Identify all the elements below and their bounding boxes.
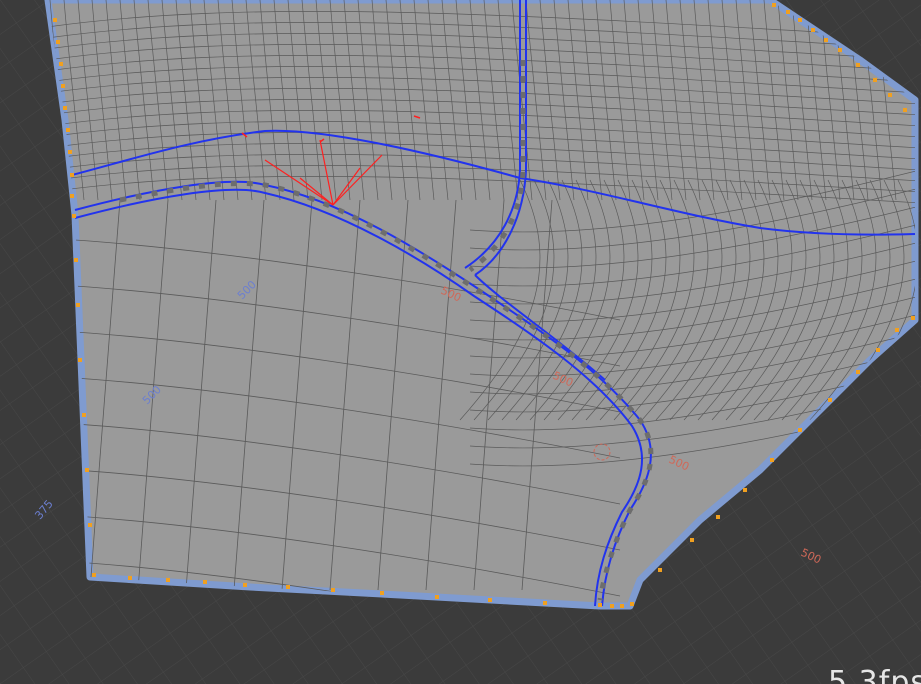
mesh-vertex[interactable]	[203, 580, 207, 584]
mesh-vertex[interactable]	[658, 568, 662, 572]
mesh-vertex[interactable]	[610, 604, 614, 608]
mesh-vertex[interactable]	[61, 84, 65, 88]
mesh-vertex[interactable]	[630, 602, 634, 606]
mesh-vertex[interactable]	[888, 93, 892, 97]
mesh-vertex[interactable]	[856, 63, 860, 67]
mesh-vertex[interactable]	[798, 428, 802, 432]
mesh-vertex[interactable]	[798, 18, 802, 22]
mesh-vertex[interactable]	[63, 106, 67, 110]
mesh-vertex[interactable]	[911, 316, 915, 320]
mesh-vertex[interactable]	[786, 10, 790, 14]
mesh-vertex[interactable]	[876, 348, 880, 352]
mesh-vertex[interactable]	[543, 601, 547, 605]
mesh-vertex[interactable]	[59, 62, 63, 66]
viewport-canvas[interactable]: 375 500 500 500 500 500 500	[0, 0, 921, 684]
mesh-vertex[interactable]	[811, 28, 815, 32]
mesh-vertex[interactable]	[838, 48, 842, 52]
mesh-vertex[interactable]	[895, 328, 899, 332]
mesh-vertex[interactable]	[824, 38, 828, 42]
mesh-vertex[interactable]	[770, 458, 774, 462]
mesh-vertex[interactable]	[85, 468, 89, 472]
mesh-vertex[interactable]	[68, 150, 72, 154]
mesh-vertex[interactable]	[716, 515, 720, 519]
mesh-vertex[interactable]	[72, 214, 76, 218]
mesh-vertex[interactable]	[166, 578, 170, 582]
mesh-vertex[interactable]	[128, 576, 132, 580]
mesh-vertex[interactable]	[53, 18, 57, 22]
mesh-vertex[interactable]	[743, 488, 747, 492]
mesh-vertex[interactable]	[82, 413, 86, 417]
mesh-vertex[interactable]	[286, 585, 290, 589]
3d-viewport[interactable]: 375 500 500 500 500 500 500 5.3fps	[0, 0, 921, 684]
mesh-vertex[interactable]	[620, 604, 624, 608]
mesh-vertex[interactable]	[380, 591, 384, 595]
mesh-vertex[interactable]	[76, 303, 80, 307]
mesh-vertex[interactable]	[92, 573, 96, 577]
mesh-vertex[interactable]	[70, 173, 74, 177]
mesh-vertex[interactable]	[690, 538, 694, 542]
mesh-vertex[interactable]	[873, 78, 877, 82]
mesh-vertex[interactable]	[78, 358, 82, 362]
mesh-vertex[interactable]	[66, 128, 70, 132]
mesh-vertex[interactable]	[74, 258, 78, 262]
mesh-vertex[interactable]	[856, 370, 860, 374]
mesh-vertex[interactable]	[331, 588, 335, 592]
mesh-vertex[interactable]	[243, 583, 247, 587]
mesh-vertex[interactable]	[56, 40, 60, 44]
mesh-vertex[interactable]	[828, 398, 832, 402]
mesh-vertex[interactable]	[488, 598, 492, 602]
mesh-vertex[interactable]	[772, 3, 776, 7]
mesh-vertex[interactable]	[903, 108, 907, 112]
mesh-vertex[interactable]	[88, 523, 92, 527]
mesh-vertex[interactable]	[70, 194, 74, 198]
fps-readout: 5.3fps	[828, 665, 921, 684]
mesh-vertex[interactable]	[598, 603, 602, 607]
mesh-vertex[interactable]	[435, 595, 439, 599]
